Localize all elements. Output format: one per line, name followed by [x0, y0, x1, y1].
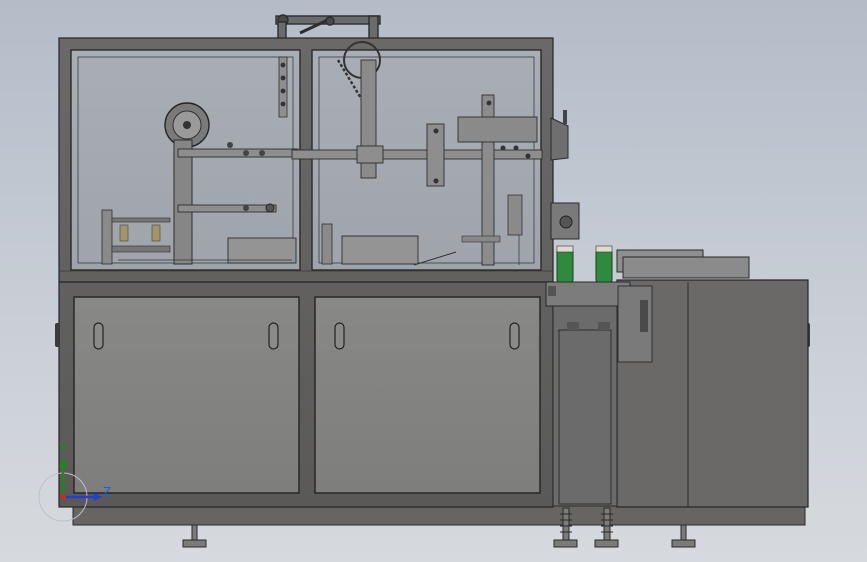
door-handle	[509, 322, 520, 350]
door-handle	[334, 322, 345, 350]
side-mechanism	[550, 110, 580, 240]
door-handle	[268, 322, 279, 350]
top-linkage	[275, 14, 381, 41]
base-plinth	[72, 505, 806, 526]
cad-viewport[interactable]: Y Z	[0, 0, 867, 562]
product-bottles	[556, 245, 613, 283]
door-right	[314, 296, 541, 494]
axis-z-label: Z	[103, 485, 112, 499]
door-handle	[93, 322, 104, 350]
leveling-foot	[182, 524, 207, 548]
conveyor-unit	[545, 249, 809, 508]
axis-x-dot	[60, 494, 66, 500]
left-window	[70, 49, 301, 271]
door-left	[73, 296, 300, 494]
product-bottle	[595, 249, 613, 283]
right-window	[291, 41, 543, 271]
axis-y-label: Y	[59, 442, 67, 456]
leveling-foot	[671, 524, 696, 548]
machine-drawing	[38, 14, 810, 548]
product-bottle	[556, 249, 574, 283]
